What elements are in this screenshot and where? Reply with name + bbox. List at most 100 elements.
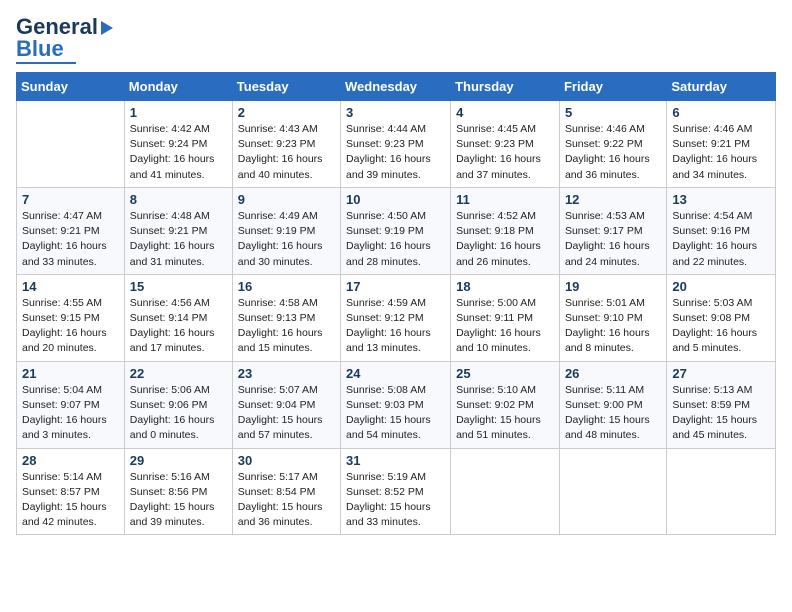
calendar-cell [451, 448, 560, 535]
day-number: 28 [22, 453, 119, 468]
weekday-header: Thursday [451, 73, 560, 101]
day-info: Sunrise: 4:47 AMSunset: 9:21 PMDaylight:… [22, 209, 119, 270]
day-info: Sunrise: 5:06 AMSunset: 9:06 PMDaylight:… [130, 383, 227, 444]
calendar-cell: 8 Sunrise: 4:48 AMSunset: 9:21 PMDaylight… [124, 187, 232, 274]
calendar-cell: 27 Sunrise: 5:13 AMSunset: 8:59 PMDayligh… [667, 361, 776, 448]
logo-text: General [16, 16, 113, 38]
day-number: 1 [130, 105, 227, 120]
day-info: Sunrise: 5:13 AMSunset: 8:59 PMDaylight:… [672, 383, 770, 444]
day-info: Sunrise: 4:44 AMSunset: 9:23 PMDaylight:… [346, 122, 445, 183]
day-number: 29 [130, 453, 227, 468]
calendar-cell: 16 Sunrise: 4:58 AMSunset: 9:13 PMDayligh… [232, 274, 340, 361]
logo-underline [16, 62, 76, 64]
day-number: 18 [456, 279, 554, 294]
day-number: 23 [238, 366, 335, 381]
calendar-week-row: 21 Sunrise: 5:04 AMSunset: 9:07 PMDayligh… [17, 361, 776, 448]
day-number: 30 [238, 453, 335, 468]
day-number: 14 [22, 279, 119, 294]
calendar-week-row: 7Sunrise: 4:47 AMSunset: 9:21 PMDaylight… [17, 187, 776, 274]
day-info: Sunrise: 4:48 AMSunset: 9:21 PMDaylight:… [130, 209, 227, 270]
weekday-header: Wednesday [341, 73, 451, 101]
day-number: 19 [565, 279, 661, 294]
calendar-cell: 31Sunrise: 5:19 AMSunset: 8:52 PMDayligh… [341, 448, 451, 535]
calendar-table: SundayMondayTuesdayWednesdayThursdayFrid… [16, 72, 776, 535]
calendar-week-row: 28 Sunrise: 5:14 AMSunset: 8:57 PMDayligh… [17, 448, 776, 535]
day-info: Sunrise: 4:42 AMSunset: 9:24 PMDaylight:… [130, 122, 227, 183]
day-info: Sunrise: 4:46 AMSunset: 9:21 PMDaylight:… [672, 122, 770, 183]
day-number: 13 [672, 192, 770, 207]
day-info: Sunrise: 5:07 AMSunset: 9:04 PMDaylight:… [238, 383, 335, 444]
calendar-cell: 7Sunrise: 4:47 AMSunset: 9:21 PMDaylight… [17, 187, 125, 274]
calendar-cell: 28 Sunrise: 5:14 AMSunset: 8:57 PMDayligh… [17, 448, 125, 535]
day-info: Sunrise: 4:46 AMSunset: 9:22 PMDaylight:… [565, 122, 661, 183]
day-number: 9 [238, 192, 335, 207]
day-number: 26 [565, 366, 661, 381]
day-info: Sunrise: 4:56 AMSunset: 9:14 PMDaylight:… [130, 296, 227, 357]
calendar-cell: 12 Sunrise: 4:53 AMSunset: 9:17 PMDayligh… [559, 187, 666, 274]
calendar-cell: 25Sunrise: 5:10 AMSunset: 9:02 PMDayligh… [451, 361, 560, 448]
day-number: 4 [456, 105, 554, 120]
calendar-cell: 24 Sunrise: 5:08 AMSunset: 9:03 PMDayligh… [341, 361, 451, 448]
day-number: 11 [456, 192, 554, 207]
day-number: 12 [565, 192, 661, 207]
calendar-cell: 18 Sunrise: 5:00 AMSunset: 9:11 PMDayligh… [451, 274, 560, 361]
day-info: Sunrise: 4:54 AMSunset: 9:16 PMDaylight:… [672, 209, 770, 270]
day-info: Sunrise: 5:01 AMSunset: 9:10 PMDaylight:… [565, 296, 661, 357]
calendar-cell: 11Sunrise: 4:52 AMSunset: 9:18 PMDayligh… [451, 187, 560, 274]
calendar-week-row: 1 Sunrise: 4:42 AMSunset: 9:24 PMDaylight… [17, 101, 776, 188]
day-number: 16 [238, 279, 335, 294]
day-number: 21 [22, 366, 119, 381]
logo: General Blue [16, 16, 113, 64]
day-info: Sunrise: 5:16 AMSunset: 8:56 PMDaylight:… [130, 470, 227, 531]
page-header: General Blue [16, 16, 776, 64]
calendar-cell: 21 Sunrise: 5:04 AMSunset: 9:07 PMDayligh… [17, 361, 125, 448]
day-info: Sunrise: 4:43 AMSunset: 9:23 PMDaylight:… [238, 122, 335, 183]
day-info: Sunrise: 5:08 AMSunset: 9:03 PMDaylight:… [346, 383, 445, 444]
day-number: 8 [130, 192, 227, 207]
day-number: 20 [672, 279, 770, 294]
day-info: Sunrise: 5:11 AMSunset: 9:00 PMDaylight:… [565, 383, 661, 444]
day-info: Sunrise: 5:00 AMSunset: 9:11 PMDaylight:… [456, 296, 554, 357]
logo-text-blue: Blue [16, 38, 64, 60]
day-info: Sunrise: 5:19 AMSunset: 8:52 PMDaylight:… [346, 470, 445, 531]
day-number: 27 [672, 366, 770, 381]
day-number: 5 [565, 105, 661, 120]
day-info: Sunrise: 4:53 AMSunset: 9:17 PMDaylight:… [565, 209, 661, 270]
day-info: Sunrise: 4:45 AMSunset: 9:23 PMDaylight:… [456, 122, 554, 183]
calendar-header-row: SundayMondayTuesdayWednesdayThursdayFrid… [17, 73, 776, 101]
day-info: Sunrise: 5:04 AMSunset: 9:07 PMDaylight:… [22, 383, 119, 444]
day-number: 24 [346, 366, 445, 381]
day-number: 10 [346, 192, 445, 207]
day-info: Sunrise: 4:49 AMSunset: 9:19 PMDaylight:… [238, 209, 335, 270]
day-info: Sunrise: 4:55 AMSunset: 9:15 PMDaylight:… [22, 296, 119, 357]
calendar-cell: 9 Sunrise: 4:49 AMSunset: 9:19 PMDaylight… [232, 187, 340, 274]
calendar-cell: 10 Sunrise: 4:50 AMSunset: 9:19 PMDayligh… [341, 187, 451, 274]
day-info: Sunrise: 4:50 AMSunset: 9:19 PMDaylight:… [346, 209, 445, 270]
calendar-cell: 29 Sunrise: 5:16 AMSunset: 8:56 PMDayligh… [124, 448, 232, 535]
day-info: Sunrise: 4:59 AMSunset: 9:12 PMDaylight:… [346, 296, 445, 357]
calendar-cell: 15 Sunrise: 4:56 AMSunset: 9:14 PMDayligh… [124, 274, 232, 361]
day-info: Sunrise: 5:14 AMSunset: 8:57 PMDaylight:… [22, 470, 119, 531]
day-number: 2 [238, 105, 335, 120]
calendar-week-row: 14 Sunrise: 4:55 AMSunset: 9:15 PMDayligh… [17, 274, 776, 361]
calendar-cell [559, 448, 666, 535]
day-number: 17 [346, 279, 445, 294]
calendar-cell: 17 Sunrise: 4:59 AMSunset: 9:12 PMDayligh… [341, 274, 451, 361]
day-number: 15 [130, 279, 227, 294]
calendar-cell: 3Sunrise: 4:44 AMSunset: 9:23 PMDaylight… [341, 101, 451, 188]
calendar-cell [17, 101, 125, 188]
calendar-cell: 14 Sunrise: 4:55 AMSunset: 9:15 PMDayligh… [17, 274, 125, 361]
weekday-header: Friday [559, 73, 666, 101]
calendar-cell: 13 Sunrise: 4:54 AMSunset: 9:16 PMDayligh… [667, 187, 776, 274]
day-number: 6 [672, 105, 770, 120]
calendar-cell: 20Sunrise: 5:03 AMSunset: 9:08 PMDayligh… [667, 274, 776, 361]
calendar-cell [667, 448, 776, 535]
calendar-cell: 2 Sunrise: 4:43 AMSunset: 9:23 PMDaylight… [232, 101, 340, 188]
weekday-header: Sunday [17, 73, 125, 101]
day-info: Sunrise: 4:58 AMSunset: 9:13 PMDaylight:… [238, 296, 335, 357]
calendar-cell: 30Sunrise: 5:17 AMSunset: 8:54 PMDayligh… [232, 448, 340, 535]
day-number: 25 [456, 366, 554, 381]
day-number: 22 [130, 366, 227, 381]
calendar-cell: 23 Sunrise: 5:07 AMSunset: 9:04 PMDayligh… [232, 361, 340, 448]
weekday-header: Monday [124, 73, 232, 101]
